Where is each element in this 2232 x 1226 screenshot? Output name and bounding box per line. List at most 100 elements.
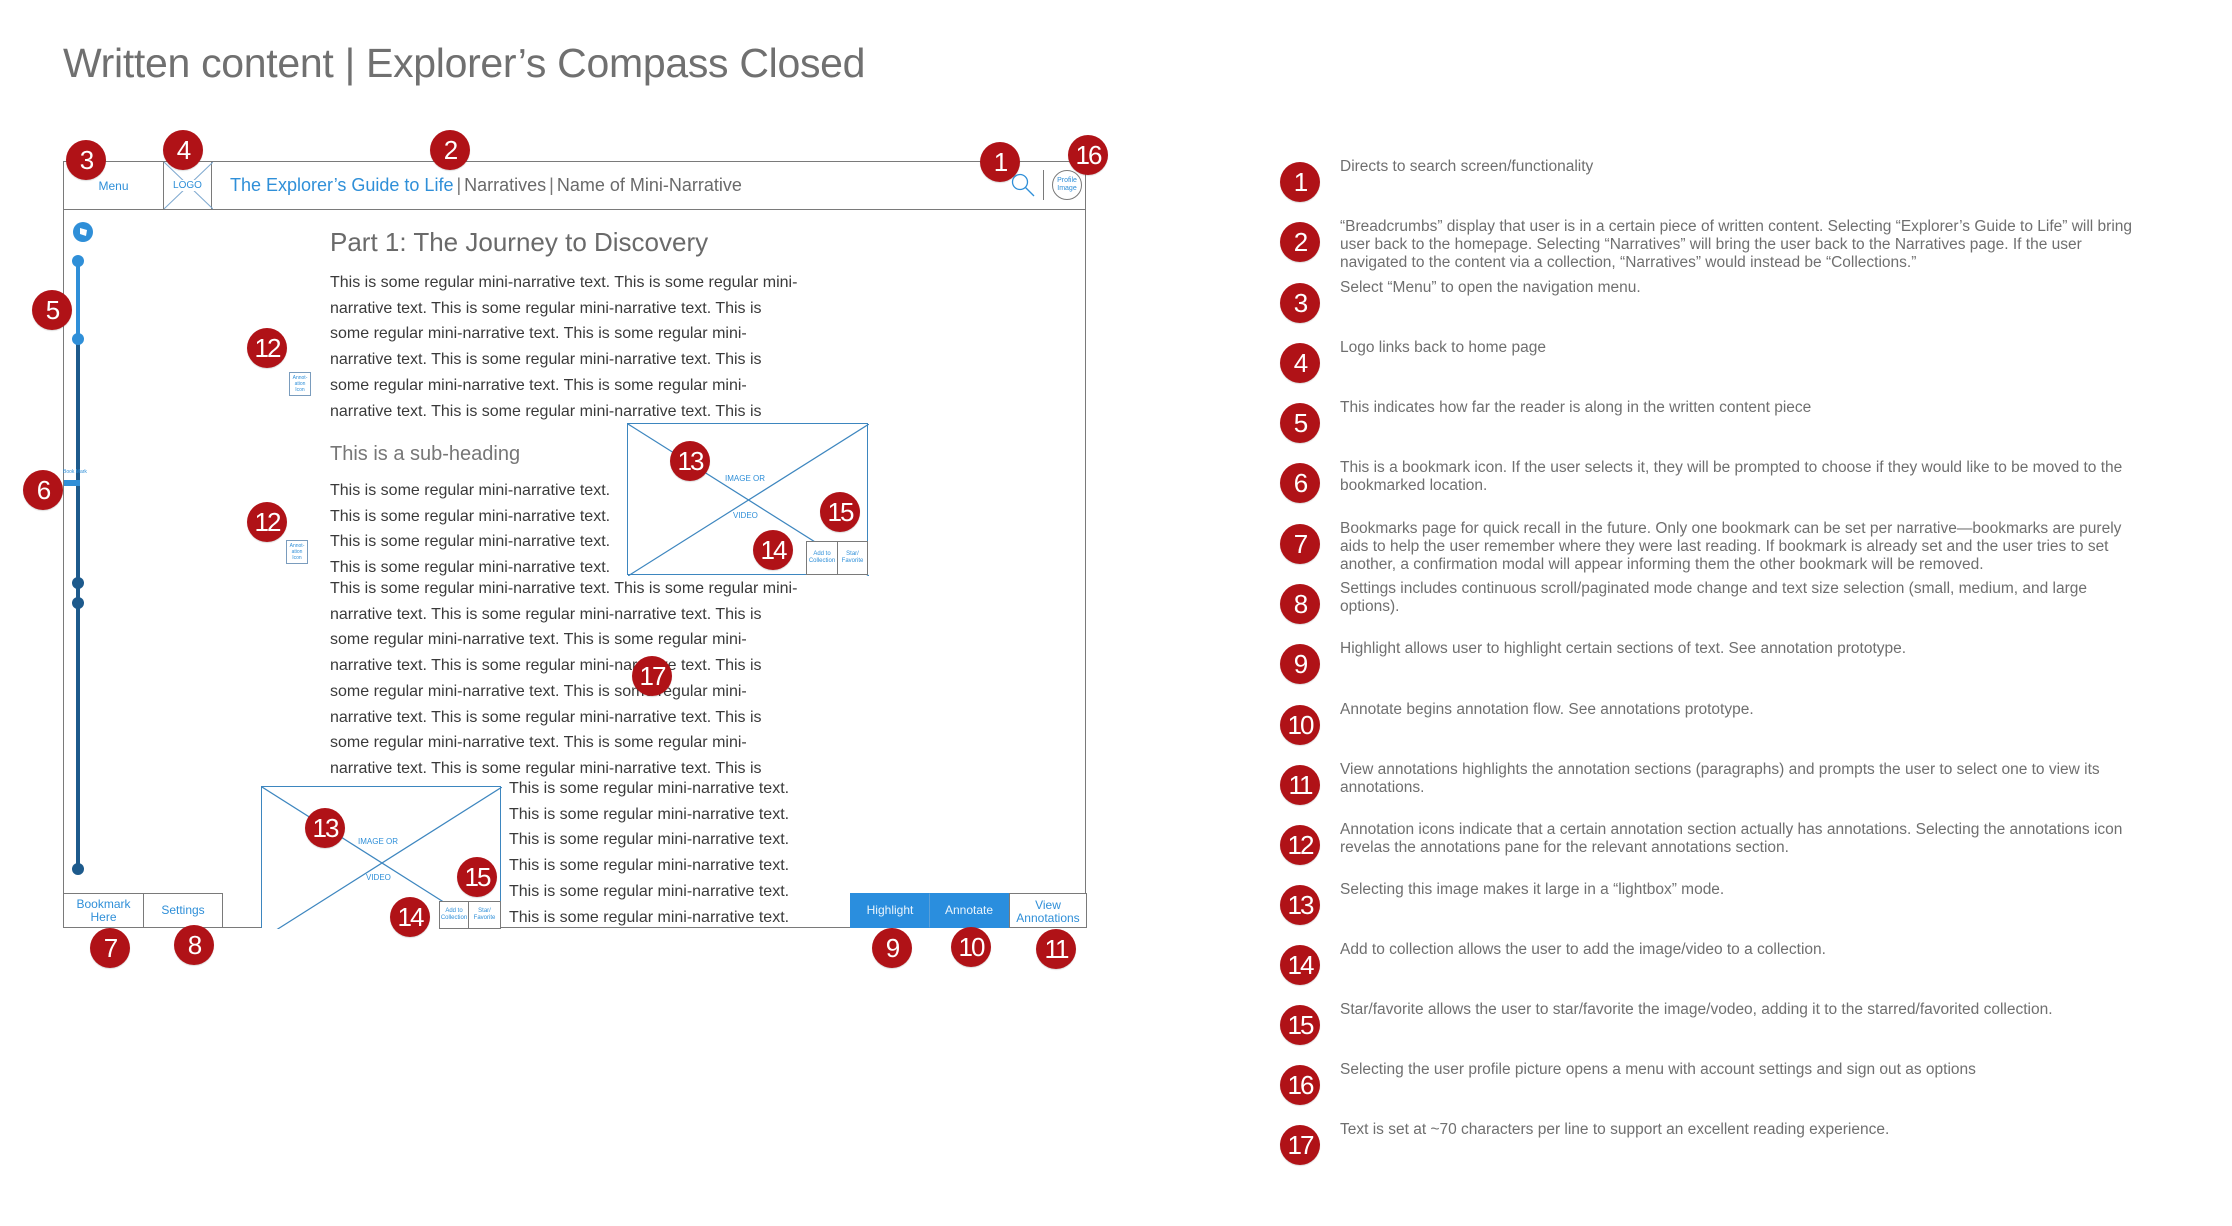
callout-badge: 12: [247, 328, 287, 368]
media-label: IMAGE OR: [358, 837, 399, 846]
legend-text: Highlight allows user to highlight certa…: [1340, 640, 1907, 657]
text-line: This is some regular mini-narrative text…: [509, 780, 790, 797]
progress-end-dot: [72, 863, 84, 875]
legend-text: This is a bookmark icon. If the user sel…: [1340, 459, 2123, 494]
media-label: VIDEO: [366, 873, 391, 882]
header-vertical-divider: [1043, 170, 1044, 200]
legend-badge: 10: [1280, 705, 1320, 745]
legend-text: Bookmarks page for quick recall in the f…: [1340, 520, 2122, 573]
breadcrumb-narratives-link[interactable]: Narratives: [464, 175, 546, 195]
add-to-collection-button[interactable]: Add to Collection: [439, 901, 469, 929]
annotation-icon[interactable]: Annot-ation Icon: [289, 372, 311, 396]
text-line: some regular mini-narrative text. This i…: [330, 682, 747, 700]
callout-badge: 14: [390, 897, 430, 937]
text-line: This is some regular mini-narrative text…: [509, 831, 790, 849]
text-line: some regular mini-narrative text. This i…: [330, 376, 747, 394]
breadcrumb: The Explorer’s Guide to Life | Narratives |…: [230, 175, 742, 196]
progress-start-dot: [72, 255, 84, 267]
progress-section-dot[interactable]: [72, 597, 84, 609]
legend-text: This indicates how far the reader is alo…: [1340, 399, 1812, 416]
media-label: VIDEO: [733, 511, 758, 520]
paragraph-4: This is some regular mini-narrative text…: [509, 776, 789, 930]
legend-badge: 6: [1280, 463, 1320, 503]
paragraph-3: This is some regular mini-narrative text…: [330, 576, 797, 782]
bookmark-icon[interactable]: [64, 480, 80, 486]
text-line: This is some regular mini-narrative text…: [509, 908, 790, 926]
progress-section-dot[interactable]: [72, 577, 84, 589]
text-line: This is some regular mini-narrative text…: [330, 533, 611, 551]
legend-text: Star/favorite allows the user to star/fa…: [1340, 1001, 2053, 1018]
callout-badge: 15: [820, 492, 860, 532]
profile-image-button[interactable]: Profile Image: [1052, 170, 1082, 200]
text-line: some regular mini-narrative text. This i…: [330, 325, 747, 343]
breadcrumb-separator: |: [549, 175, 554, 195]
breadcrumb-home-link[interactable]: The Explorer’s Guide to Life: [230, 175, 453, 195]
legend-badge: 12: [1280, 825, 1320, 865]
legend-text: “Breadcrumbs” display that user is in a …: [1340, 218, 2133, 271]
legend-badge: 13: [1280, 885, 1320, 925]
header-divider: [63, 209, 1086, 210]
text-line: narrative text. This is some regular min…: [330, 402, 762, 420]
media-label: IMAGE OR: [725, 474, 766, 483]
callout-badge: 14: [753, 530, 793, 570]
legend-text: Annotation icons indicate that a certain…: [1340, 821, 2123, 856]
view-annotations-button[interactable]: View Annotations: [1009, 893, 1087, 928]
callout-badge: 13: [670, 441, 710, 481]
text-line: narrative text. This is some regular min…: [330, 299, 762, 317]
annotation-icon[interactable]: Annot-ation Icon: [286, 540, 308, 564]
text-line: This is some regular mini-narrative text…: [509, 857, 790, 875]
compass-icon[interactable]: [73, 222, 93, 242]
legend-badge: 2: [1280, 222, 1320, 262]
callout-badge: 12: [247, 502, 287, 542]
paragraph-2: This is some regular mini-narrative text…: [330, 478, 610, 581]
callout-badge: 10: [951, 927, 991, 967]
legend-text: Add to collection allows the user to add…: [1340, 941, 1826, 958]
text-line: some regular mini-narrative text. This i…: [330, 631, 747, 649]
logo-label: LOGO: [172, 180, 203, 191]
progress-current-dot[interactable]: [72, 333, 84, 345]
text-line: This is some regular mini-narrative text…: [330, 507, 611, 525]
callout-badge: 13: [305, 808, 345, 848]
callout-badge: 2: [430, 130, 470, 170]
legend-badge: 8: [1280, 584, 1320, 624]
callout-badge: 16: [1068, 135, 1108, 175]
legend-badge: 15: [1280, 1005, 1320, 1045]
paragraph-1: This is some regular mini-narrative text…: [330, 270, 797, 424]
callout-badge: 7: [90, 928, 130, 968]
add-to-collection-button[interactable]: Add to Collection: [806, 541, 838, 575]
legend-badge: 9: [1280, 644, 1320, 684]
legend-text: Directs to search screen/functionality: [1340, 158, 1594, 175]
text-line: narrative text. This is some regular min…: [330, 708, 762, 726]
sub-heading: This is a sub-heading: [330, 443, 521, 465]
text-line: This is some regular mini-narrative text…: [509, 805, 790, 823]
text-line: This is some regular mini-narrative text…: [330, 274, 798, 291]
callout-badge: 11: [1036, 929, 1076, 969]
star-favorite-button[interactable]: Star/ Favorite: [837, 541, 868, 575]
highlight-button[interactable]: Highlight: [850, 893, 930, 928]
media-placeholder[interactable]: IMAGE OR VIDEO Add to Collection Star/ F…: [261, 786, 502, 929]
star-favorite-button[interactable]: Star/ Favorite: [468, 901, 501, 929]
legend-badge: 5: [1280, 403, 1320, 443]
legend-text: Text is set at ~70 characters per line t…: [1340, 1121, 1890, 1138]
legend-badge: 14: [1280, 945, 1320, 985]
callout-badge: 17: [632, 656, 672, 696]
legend-badge: 4: [1280, 343, 1320, 383]
callout-badge: 5: [32, 290, 72, 330]
callout-badge: 6: [23, 470, 63, 510]
legend-text: Settings includes continuous scroll/pagi…: [1340, 580, 2088, 615]
bookmark-here-button[interactable]: Bookmark Here: [63, 893, 144, 928]
text-line: This is some regular mini-narrative text…: [330, 580, 798, 597]
callout-badge: 9: [872, 928, 912, 968]
settings-button[interactable]: Settings: [143, 893, 223, 928]
page-title: Written content | Explorer’s Compass Clo…: [63, 40, 866, 86]
legend-text: Select “Menu” to open the navigation men…: [1340, 279, 1641, 296]
callout-badge: 4: [163, 130, 203, 170]
legend-text: Annotate begins annotation flow. See ann…: [1340, 701, 1754, 718]
legend-badge: 11: [1280, 765, 1320, 805]
legend-badge: 3: [1280, 283, 1320, 323]
legend-text: Selecting the user profile picture opens…: [1340, 1061, 1976, 1078]
legend-badge: 1: [1280, 162, 1320, 202]
breadcrumb-current: Name of Mini-Narrative: [556, 175, 742, 195]
annotate-button[interactable]: Annotate: [929, 893, 1009, 928]
text-line: This is some regular mini-narrative text…: [509, 882, 790, 900]
